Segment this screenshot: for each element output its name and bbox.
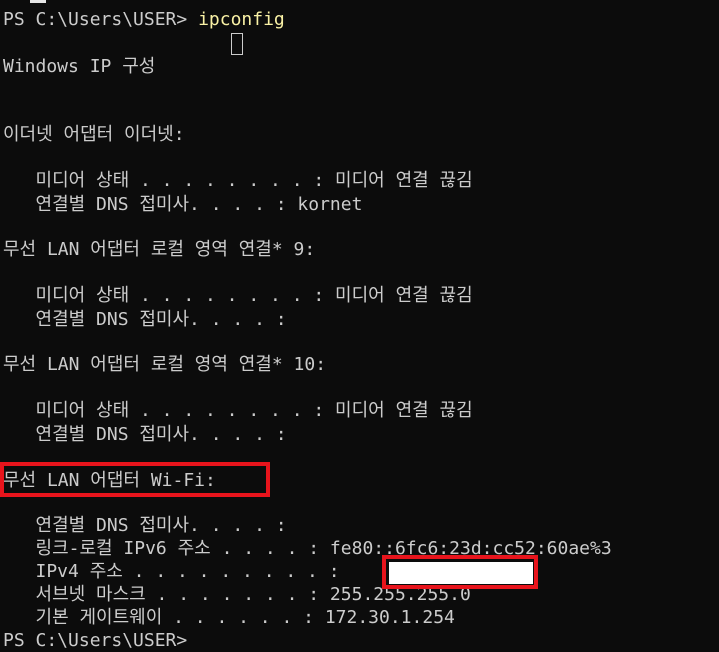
wireless-lan9-media-state: 미디어 상태 . . . . . . . . : 미디어 연결 끊김 [3,285,473,306]
wifi-ipv4-address: IPv4 주소 . . . . . . . . . : [3,561,340,582]
output-title: Windows IP 구성 [3,56,156,77]
ipv4-value-highlight [382,555,538,589]
wireless-lan9-dns-suffix: 연결별 DNS 접미사. . . . : [3,309,287,330]
wifi-dns-suffix: 연결별 DNS 접미사. . . . : [3,515,287,536]
ethernet-dns-suffix: 연결별 DNS 접미사. . . . : kornet [3,194,363,215]
window-edge-mark [30,0,46,3]
wireless-lan10-media-state: 미디어 상태 . . . . . . . . : 미디어 연결 끊김 [3,400,473,421]
ethernet-adapter-header: 이더넷 어댑터 이더넷: [3,124,185,145]
wireless-lan10-dns-suffix: 연결별 DNS 접미사. . . . : [3,424,287,445]
prompt-line: PS C:\Users\USER> ipconfig [3,8,285,31]
text-cursor [231,33,243,55]
command-text: ipconfig [198,9,285,30]
prompt-line-end: PS C:\Users\USER> [3,630,188,651]
wifi-header-highlight [0,462,270,497]
wireless-lan10-header: 무선 LAN 어댑터 로컬 영역 연결* 10: [3,354,327,375]
ethernet-media-state: 미디어 상태 . . . . . . . . : 미디어 연결 끊김 [3,170,473,191]
wireless-lan9-header: 무선 LAN 어댑터 로컬 영역 연결* 9: [3,239,316,260]
powershell-terminal[interactable]: PS C:\Users\USER> ipconfig Windows IP 구성… [0,0,719,652]
prompt-text: PS C:\Users\USER> [3,9,188,30]
wifi-default-gateway: 기본 게이트웨이 . . . . . . : 172.30.1.254 [3,607,455,628]
